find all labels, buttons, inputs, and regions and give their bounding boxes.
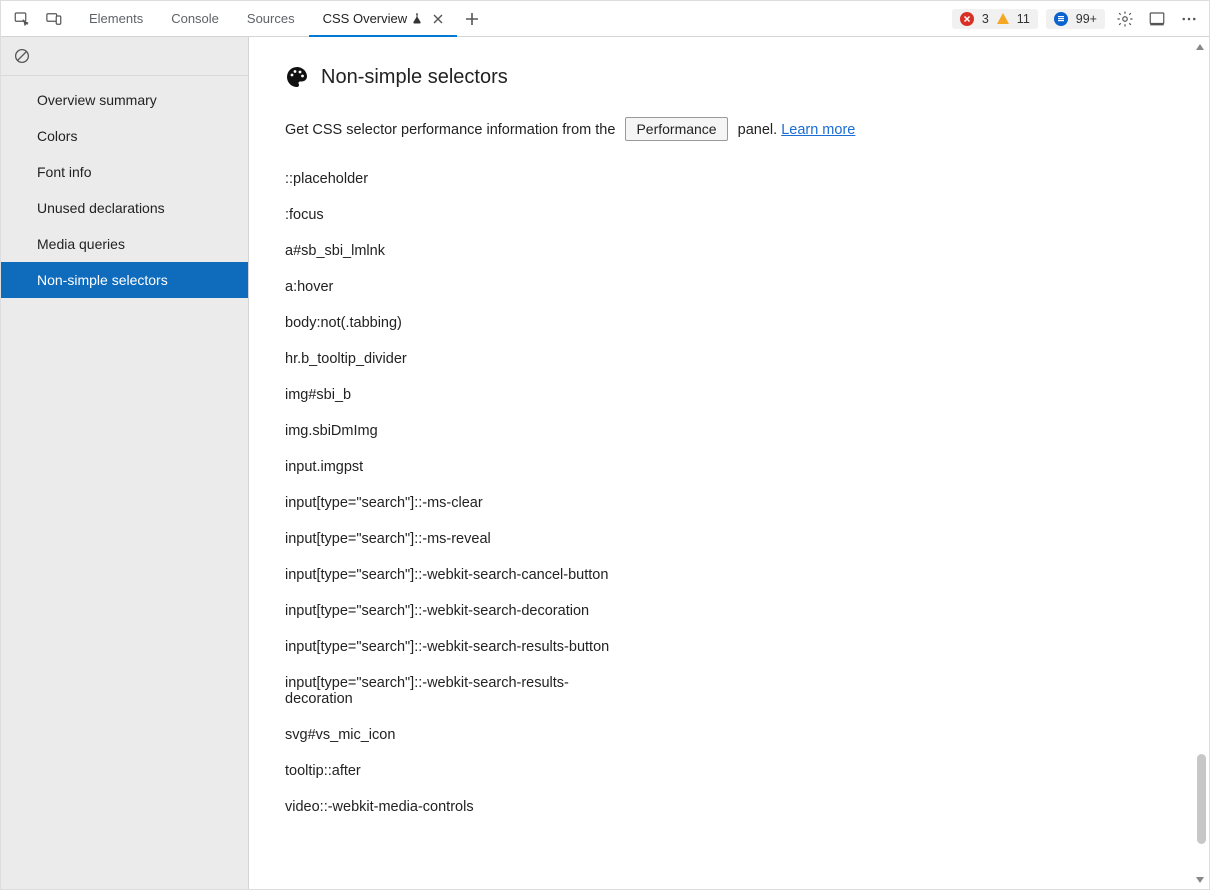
scroll-up-button[interactable] [1192, 39, 1207, 54]
devtools-body: Overview summary Colors Font info Unused… [1, 37, 1209, 889]
sidebar-item-media-queries[interactable]: Media queries [1, 226, 248, 262]
sidebar-list: Overview summary Colors Font info Unused… [1, 76, 248, 298]
sidebar-item-label: Non-simple selectors [37, 272, 168, 288]
intro-text: Get CSS selector performance information… [285, 117, 1156, 141]
selector-item[interactable]: input[type="search"]::-webkit-search-can… [285, 557, 635, 593]
error-icon [960, 12, 974, 26]
more-icon[interactable] [1177, 7, 1201, 31]
selector-item[interactable]: input[type="search"]::-ms-reveal [285, 521, 635, 557]
tab-css-overview[interactable]: CSS Overview [309, 1, 458, 36]
selector-item[interactable]: ::placeholder [285, 161, 635, 197]
close-icon[interactable] [433, 14, 443, 24]
issues-count: 99+ [1076, 12, 1097, 26]
toolbar-left [1, 1, 75, 36]
tab-label: Console [171, 11, 219, 26]
warning-icon [997, 13, 1009, 24]
sidebar-item-unused-declarations[interactable]: Unused declarations [1, 190, 248, 226]
selector-item[interactable]: input[type="search"]::-ms-clear [285, 485, 635, 521]
sidebar-header [1, 37, 248, 76]
errors-warnings-pill[interactable]: 3 11 [952, 9, 1038, 29]
clear-icon[interactable] [13, 47, 31, 65]
heading-text: Non-simple selectors [321, 66, 508, 89]
sidebar-item-non-simple-selectors[interactable]: Non-simple selectors [1, 262, 248, 298]
add-tab-button[interactable] [457, 1, 487, 36]
tab-label: CSS Overview [323, 11, 408, 26]
issues-pill[interactable]: 99+ [1046, 9, 1105, 29]
selector-item[interactable]: a:hover [285, 269, 635, 305]
selector-item[interactable]: input[type="search"]::-webkit-search-res… [285, 665, 635, 717]
tab-label: Sources [247, 11, 295, 26]
selector-item[interactable]: svg#vs_mic_icon [285, 717, 635, 753]
tab-elements[interactable]: Elements [75, 1, 157, 36]
selector-item[interactable]: tooltip::after [285, 753, 635, 789]
tab-sources[interactable]: Sources [233, 1, 309, 36]
devtools-window: Elements Console Sources CSS Overview [0, 0, 1210, 890]
sidebar-item-label: Colors [37, 128, 77, 144]
selector-item[interactable]: :focus [285, 197, 635, 233]
device-toolbar-icon[interactable] [39, 1, 69, 37]
scroll-down-button[interactable] [1192, 872, 1207, 887]
settings-icon[interactable] [1113, 7, 1137, 31]
tab-label: Elements [89, 11, 143, 26]
selector-item[interactable]: input[type="search"]::-webkit-search-dec… [285, 593, 635, 629]
flask-icon [411, 12, 423, 25]
content-inner: Non-simple selectors Get CSS selector pe… [249, 37, 1192, 889]
error-count: 3 [982, 12, 989, 26]
selector-item[interactable]: hr.b_tooltip_divider [285, 341, 635, 377]
css-overview-sidebar: Overview summary Colors Font info Unused… [1, 37, 249, 889]
sidebar-item-font-info[interactable]: Font info [1, 154, 248, 190]
sidebar-item-label: Media queries [37, 236, 125, 252]
learn-more-link[interactable]: Learn more [781, 122, 855, 138]
selector-item[interactable]: img.sbiDmImg [285, 413, 635, 449]
selector-item[interactable]: input.imgpst [285, 449, 635, 485]
selector-item[interactable]: video::-webkit-media-controls [285, 789, 635, 825]
sidebar-item-colors[interactable]: Colors [1, 118, 248, 154]
selector-item[interactable]: input[type="search"]::-webkit-search-res… [285, 629, 635, 665]
selector-item[interactable]: body:not(.tabbing) [285, 305, 635, 341]
warning-count: 11 [1017, 12, 1030, 26]
dock-side-icon[interactable] [1145, 7, 1169, 31]
performance-panel-chip[interactable]: Performance [625, 117, 727, 141]
devtools-toolbar: Elements Console Sources CSS Overview [1, 1, 1209, 37]
sidebar-item-label: Overview summary [37, 92, 157, 108]
selector-item[interactable]: img#sbi_b [285, 377, 635, 413]
intro-after: panel. [738, 122, 778, 138]
section-heading: Non-simple selectors [285, 65, 1156, 89]
selector-list: ::placeholder:focusa#sb_sbi_lmlnka:hover… [285, 161, 1156, 825]
content-panel: Non-simple selectors Get CSS selector pe… [249, 37, 1209, 889]
scrollbar-thumb[interactable] [1197, 754, 1206, 844]
toolbar-tabs: Elements Console Sources CSS Overview [75, 1, 944, 36]
palette-icon [285, 65, 309, 89]
issues-icon [1054, 12, 1068, 26]
inspect-element-icon[interactable] [7, 1, 37, 37]
sidebar-item-overview-summary[interactable]: Overview summary [1, 82, 248, 118]
sidebar-item-label: Font info [37, 164, 91, 180]
toolbar-right: 3 11 99+ [944, 1, 1209, 36]
selector-item[interactable]: a#sb_sbi_lmlnk [285, 233, 635, 269]
sidebar-item-label: Unused declarations [37, 200, 165, 216]
intro-before: Get CSS selector performance information… [285, 122, 615, 138]
tab-console[interactable]: Console [157, 1, 233, 36]
scrollbar-track[interactable] [1193, 54, 1208, 872]
